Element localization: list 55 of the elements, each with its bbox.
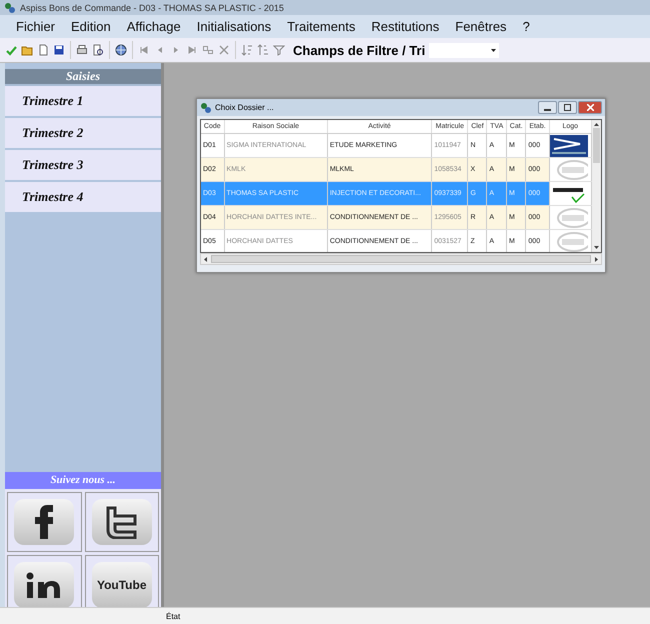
- f-letter-icon: [34, 505, 54, 539]
- sidebar-item[interactable]: Trimestre 4: [5, 182, 161, 214]
- window-title: Aspiss Bons de Commande - D03 - THOMAS SA PLASTIC - 2015: [20, 2, 284, 12]
- menu-item[interactable]: Restitutions: [363, 19, 448, 34]
- status-text: État: [166, 612, 180, 620]
- sort-descending-icon[interactable]: [257, 44, 269, 56]
- menu-item[interactable]: Traitements: [279, 19, 364, 34]
- scroll-thumb[interactable]: [211, 255, 591, 263]
- social-button[interactable]: YouTube: [92, 562, 152, 607]
- check-icon[interactable]: [5, 44, 17, 56]
- folder-icon[interactable]: [21, 44, 33, 56]
- scroll-up-icon: [594, 123, 599, 126]
- sidebar-item[interactable]: Trimestre 3: [5, 150, 161, 182]
- document-icon[interactable]: [37, 44, 49, 56]
- link-icon[interactable]: [202, 44, 214, 56]
- social-button[interactable]: [92, 499, 152, 545]
- globe-icon[interactable]: [115, 44, 127, 56]
- youtube-logo: YouTube: [96, 578, 147, 592]
- vertical-scrollbar[interactable]: [592, 120, 601, 252]
- section-header: Saisies: [5, 69, 161, 86]
- minimize-button[interactable]: [538, 101, 557, 114]
- last-icon[interactable]: [186, 44, 198, 56]
- menu-item[interactable]: Edition: [63, 19, 119, 34]
- delete-icon[interactable]: [218, 44, 230, 56]
- save-icon[interactable]: [53, 44, 65, 56]
- menu-item[interactable]: ?: [514, 19, 538, 34]
- maximize-icon: [564, 104, 571, 111]
- print-preview-icon[interactable]: [92, 44, 104, 56]
- menu-item[interactable]: Affichage: [118, 19, 189, 34]
- printer-icon[interactable]: [76, 44, 88, 56]
- section-header: Suivez nous ...: [5, 472, 161, 489]
- scroll-left-icon: [204, 256, 207, 262]
- close-button[interactable]: [578, 101, 602, 114]
- scroll-down-icon: [594, 246, 599, 249]
- dialog-title: Choix Dossier ...: [215, 103, 275, 112]
- sort-ascending-icon[interactable]: [241, 44, 253, 56]
- sidebar-item[interactable]: Trimestre 1: [5, 86, 161, 118]
- horizontal-scrollbar[interactable]: [200, 253, 602, 265]
- sidebar-item[interactable]: Trimestre 2: [5, 118, 161, 150]
- menu-item[interactable]: Initialisations: [188, 19, 280, 34]
- scroll-thumb[interactable]: [593, 128, 600, 163]
- scroll-right-icon: [595, 256, 598, 262]
- maximize-button[interactable]: [558, 101, 577, 114]
- first-icon[interactable]: [138, 44, 150, 56]
- menu-item[interactable]: Fichier: [8, 19, 64, 34]
- filter-label: Champs de Filtre / Tri: [293, 42, 426, 58]
- app-icon: [200, 102, 212, 114]
- close-icon: [586, 104, 594, 111]
- filter-icon[interactable]: [273, 44, 285, 56]
- menu-item[interactable]: Fenêtres: [447, 19, 515, 34]
- logo-image: [550, 134, 588, 156]
- app-icon: [4, 2, 16, 14]
- dropdown-arrow-icon: [491, 48, 496, 52]
- social-button[interactable]: [14, 562, 74, 607]
- social-button[interactable]: [14, 499, 74, 545]
